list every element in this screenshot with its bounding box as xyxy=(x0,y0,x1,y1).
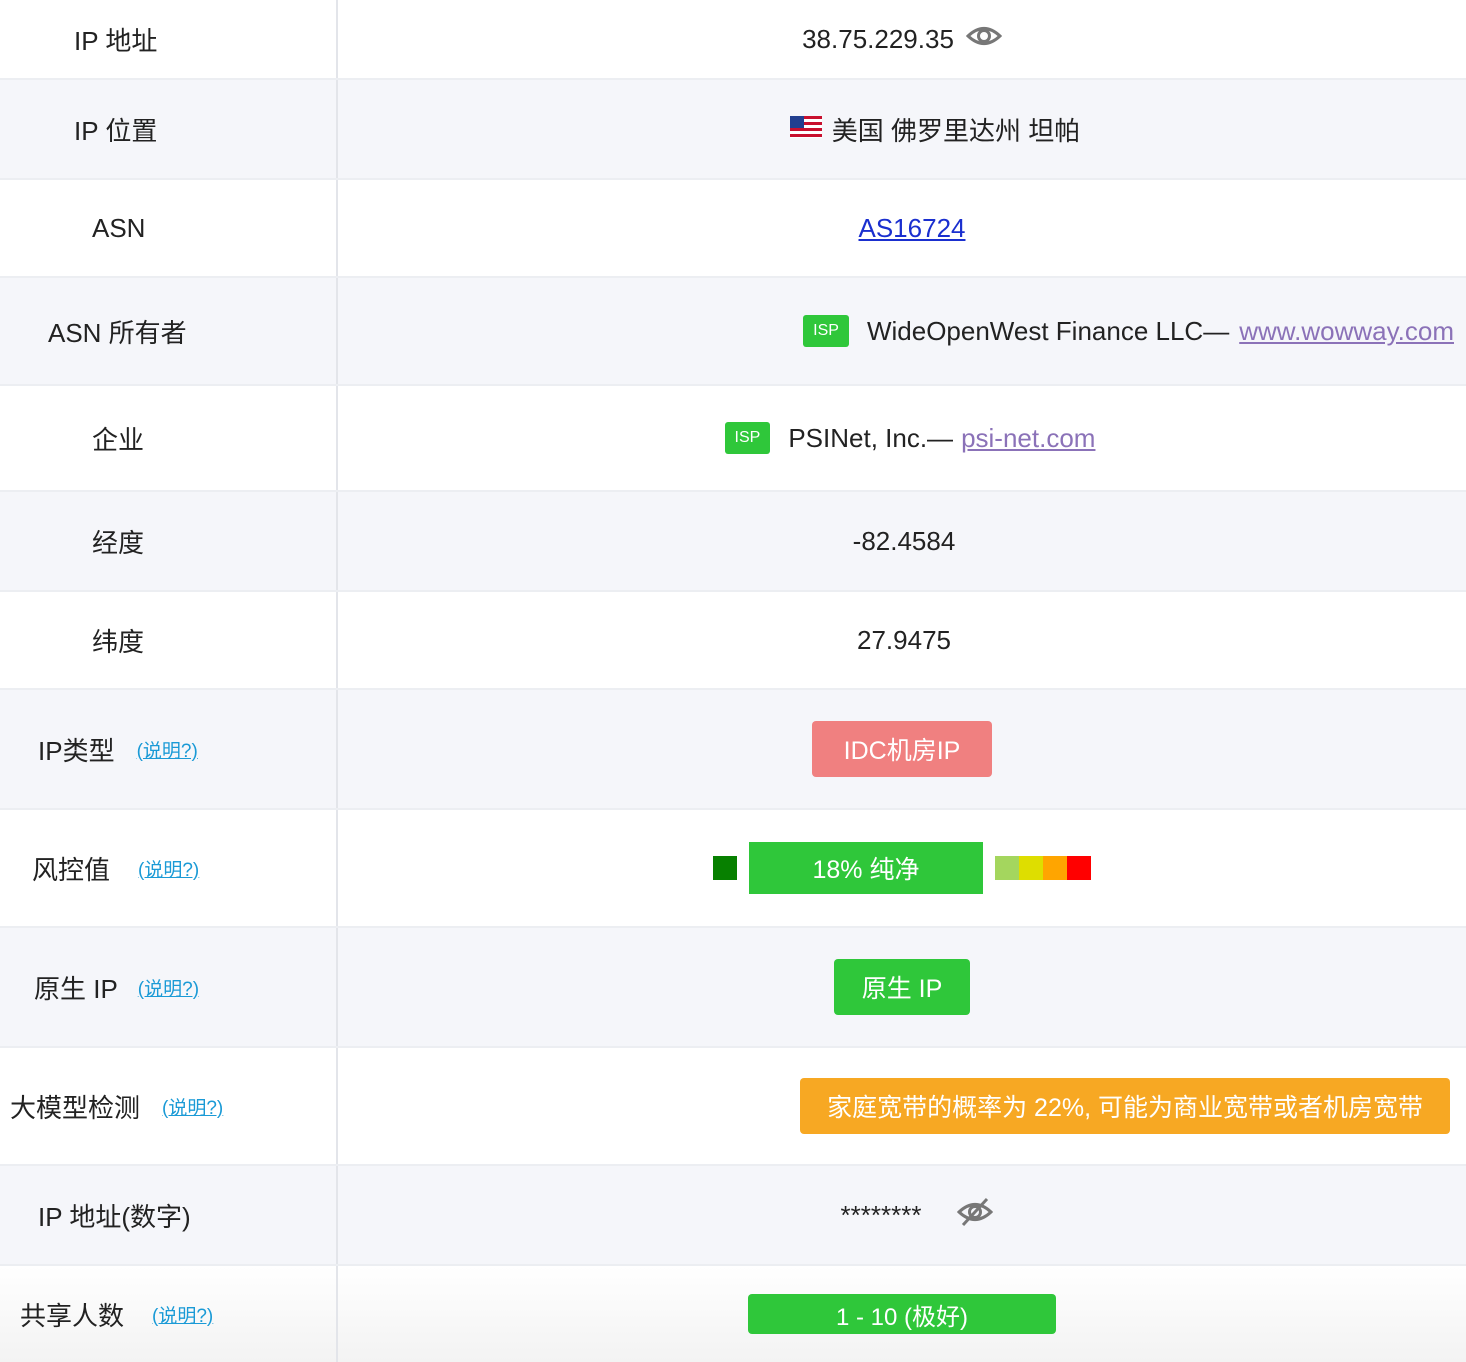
enterprise-name: PSINet, Inc.— xyxy=(788,422,954,453)
row-enterprise: 企业 ISP PSINet, Inc.— psi-net.com xyxy=(0,386,1466,492)
value-cell: 1 - 10 (极好) xyxy=(338,1266,1466,1362)
row-ip-type: IP类型 (说明?) IDC机房IP xyxy=(0,690,1466,810)
label-longitude: 经度 xyxy=(92,527,145,558)
value-cell: -82.4584 xyxy=(338,492,1466,590)
label-native-ip: 原生 IP xyxy=(34,973,118,1004)
risk-meter: 18% 纯净 xyxy=(713,842,1091,894)
row-asn: ASN AS16724 xyxy=(0,180,1466,278)
label-cell: 大模型检测 (说明?) xyxy=(0,1048,338,1164)
risk-scale-segment xyxy=(995,856,1019,880)
risk-scale-segment xyxy=(1019,856,1043,880)
row-risk: 风控值 (说明?) 18% 纯净 xyxy=(0,810,1466,928)
risk-score-bar: 18% 纯净 xyxy=(749,842,983,894)
label-cell: 企业 xyxy=(0,386,338,490)
value-cell: ISP WideOpenWest Finance LLC— www.wowway… xyxy=(338,278,1466,384)
row-longitude: 经度 -82.4584 xyxy=(0,492,1466,592)
us-flag-icon xyxy=(789,114,822,145)
isp-badge: ISP xyxy=(724,422,771,454)
llm-detect-badge: 家庭宽带的概率为 22%, 可能为商业宽带或者机房宽带 xyxy=(800,1078,1450,1134)
help-link[interactable]: (说明?) xyxy=(138,855,199,882)
row-ip-numeric: IP 地址(数字) ******** xyxy=(0,1166,1466,1266)
label-cell: IP类型 (说明?) xyxy=(0,690,338,808)
label-risk: 风控值 xyxy=(32,854,111,885)
value-cell: 家庭宽带的概率为 22%, 可能为商业宽带或者机房宽带 xyxy=(338,1048,1466,1164)
label-cell: 纬度 xyxy=(0,592,338,688)
row-shared-users: 共享人数 (说明?) 1 - 10 (极好) xyxy=(0,1266,1466,1362)
value-cell: AS16724 xyxy=(338,180,1466,276)
label-asn: ASN xyxy=(92,212,146,243)
value-cell: 美国 佛罗里达州 坦帕 xyxy=(338,80,1466,178)
value-cell: IDC机房IP xyxy=(338,690,1466,808)
label-enterprise: 企业 xyxy=(92,424,145,455)
value-cell: 18% 纯净 xyxy=(338,810,1466,926)
label-llm-detect: 大模型检测 xyxy=(10,1092,141,1123)
label-cell: ASN xyxy=(0,180,338,276)
label-shared-users: 共享人数 xyxy=(20,1300,125,1331)
label-cell: IP 地址(数字) xyxy=(0,1166,338,1264)
asn-owner-link[interactable]: www.wowway.com xyxy=(1239,316,1454,347)
label-ip-type: IP类型 xyxy=(38,735,115,766)
native-ip-badge: 原生 IP xyxy=(834,959,970,1015)
label-cell: IP 地址 xyxy=(0,0,338,78)
asn-link[interactable]: AS16724 xyxy=(859,213,966,244)
row-latitude: 纬度 27.9475 xyxy=(0,592,1466,690)
ip-address-value: 38.75.229.35 xyxy=(802,23,954,54)
label-ip-location: IP 位置 xyxy=(74,115,158,146)
label-cell: 原生 IP (说明?) xyxy=(0,928,338,1046)
ip-location-value: 美国 佛罗里达州 坦帕 xyxy=(831,115,1081,146)
eye-icon[interactable] xyxy=(965,23,1003,56)
eye-off-icon[interactable] xyxy=(957,1197,994,1234)
value-cell: 原生 IP xyxy=(338,928,1466,1046)
risk-scale xyxy=(995,856,1091,880)
label-cell: 经度 xyxy=(0,492,338,590)
longitude-value: -82.4584 xyxy=(852,525,956,556)
row-llm-detect: 大模型检测 (说明?) 家庭宽带的概率为 22%, 可能为商业宽带或者机房宽带 xyxy=(0,1048,1466,1166)
help-link[interactable]: (说明?) xyxy=(152,1301,213,1328)
help-link[interactable]: (说明?) xyxy=(137,736,198,763)
risk-level-swatch xyxy=(713,856,737,880)
value-cell: ******** xyxy=(338,1166,1466,1264)
row-native-ip: 原生 IP (说明?) 原生 IP xyxy=(0,928,1466,1048)
label-cell: 共享人数 (说明?) xyxy=(0,1266,338,1362)
value-cell: 27.9475 xyxy=(338,592,1466,688)
help-link[interactable]: (说明?) xyxy=(162,1093,223,1120)
label-cell: ASN 所有者 xyxy=(0,278,338,384)
risk-scale-segment xyxy=(1043,856,1067,880)
help-link[interactable]: (说明?) xyxy=(138,974,199,1001)
ip-info-table: IP 地址 38.75.229.35 IP 位置 美国 佛罗里达州 坦帕 ASN… xyxy=(0,0,1466,1362)
label-cell: IP 位置 xyxy=(0,80,338,178)
row-asn-owner: ASN 所有者 ISP WideOpenWest Finance LLC— ww… xyxy=(0,278,1466,386)
enterprise-link[interactable]: psi-net.com xyxy=(961,423,1095,454)
label-latitude: 纬度 xyxy=(92,626,145,657)
asn-owner-name: WideOpenWest Finance LLC— xyxy=(866,315,1230,346)
risk-scale-segment xyxy=(1067,856,1091,880)
label-ip-address: IP 地址 xyxy=(74,25,158,56)
label-ip-numeric: IP 地址(数字) xyxy=(38,1201,191,1232)
latitude-value: 27.9475 xyxy=(857,624,951,655)
row-ip-location: IP 位置 美国 佛罗里达州 坦帕 xyxy=(0,80,1466,180)
label-cell: 风控值 (说明?) xyxy=(0,810,338,926)
shared-users-badge: 1 - 10 (极好) xyxy=(748,1294,1056,1334)
ip-type-badge: IDC机房IP xyxy=(812,721,992,777)
ip-numeric-value: ******** xyxy=(840,1199,922,1230)
isp-badge: ISP xyxy=(803,315,849,347)
value-cell: ISP PSINet, Inc.— psi-net.com xyxy=(338,386,1466,490)
value-cell: 38.75.229.35 xyxy=(338,0,1466,78)
label-asn-owner: ASN 所有者 xyxy=(48,317,187,348)
row-ip-address: IP 地址 38.75.229.35 xyxy=(0,0,1466,80)
